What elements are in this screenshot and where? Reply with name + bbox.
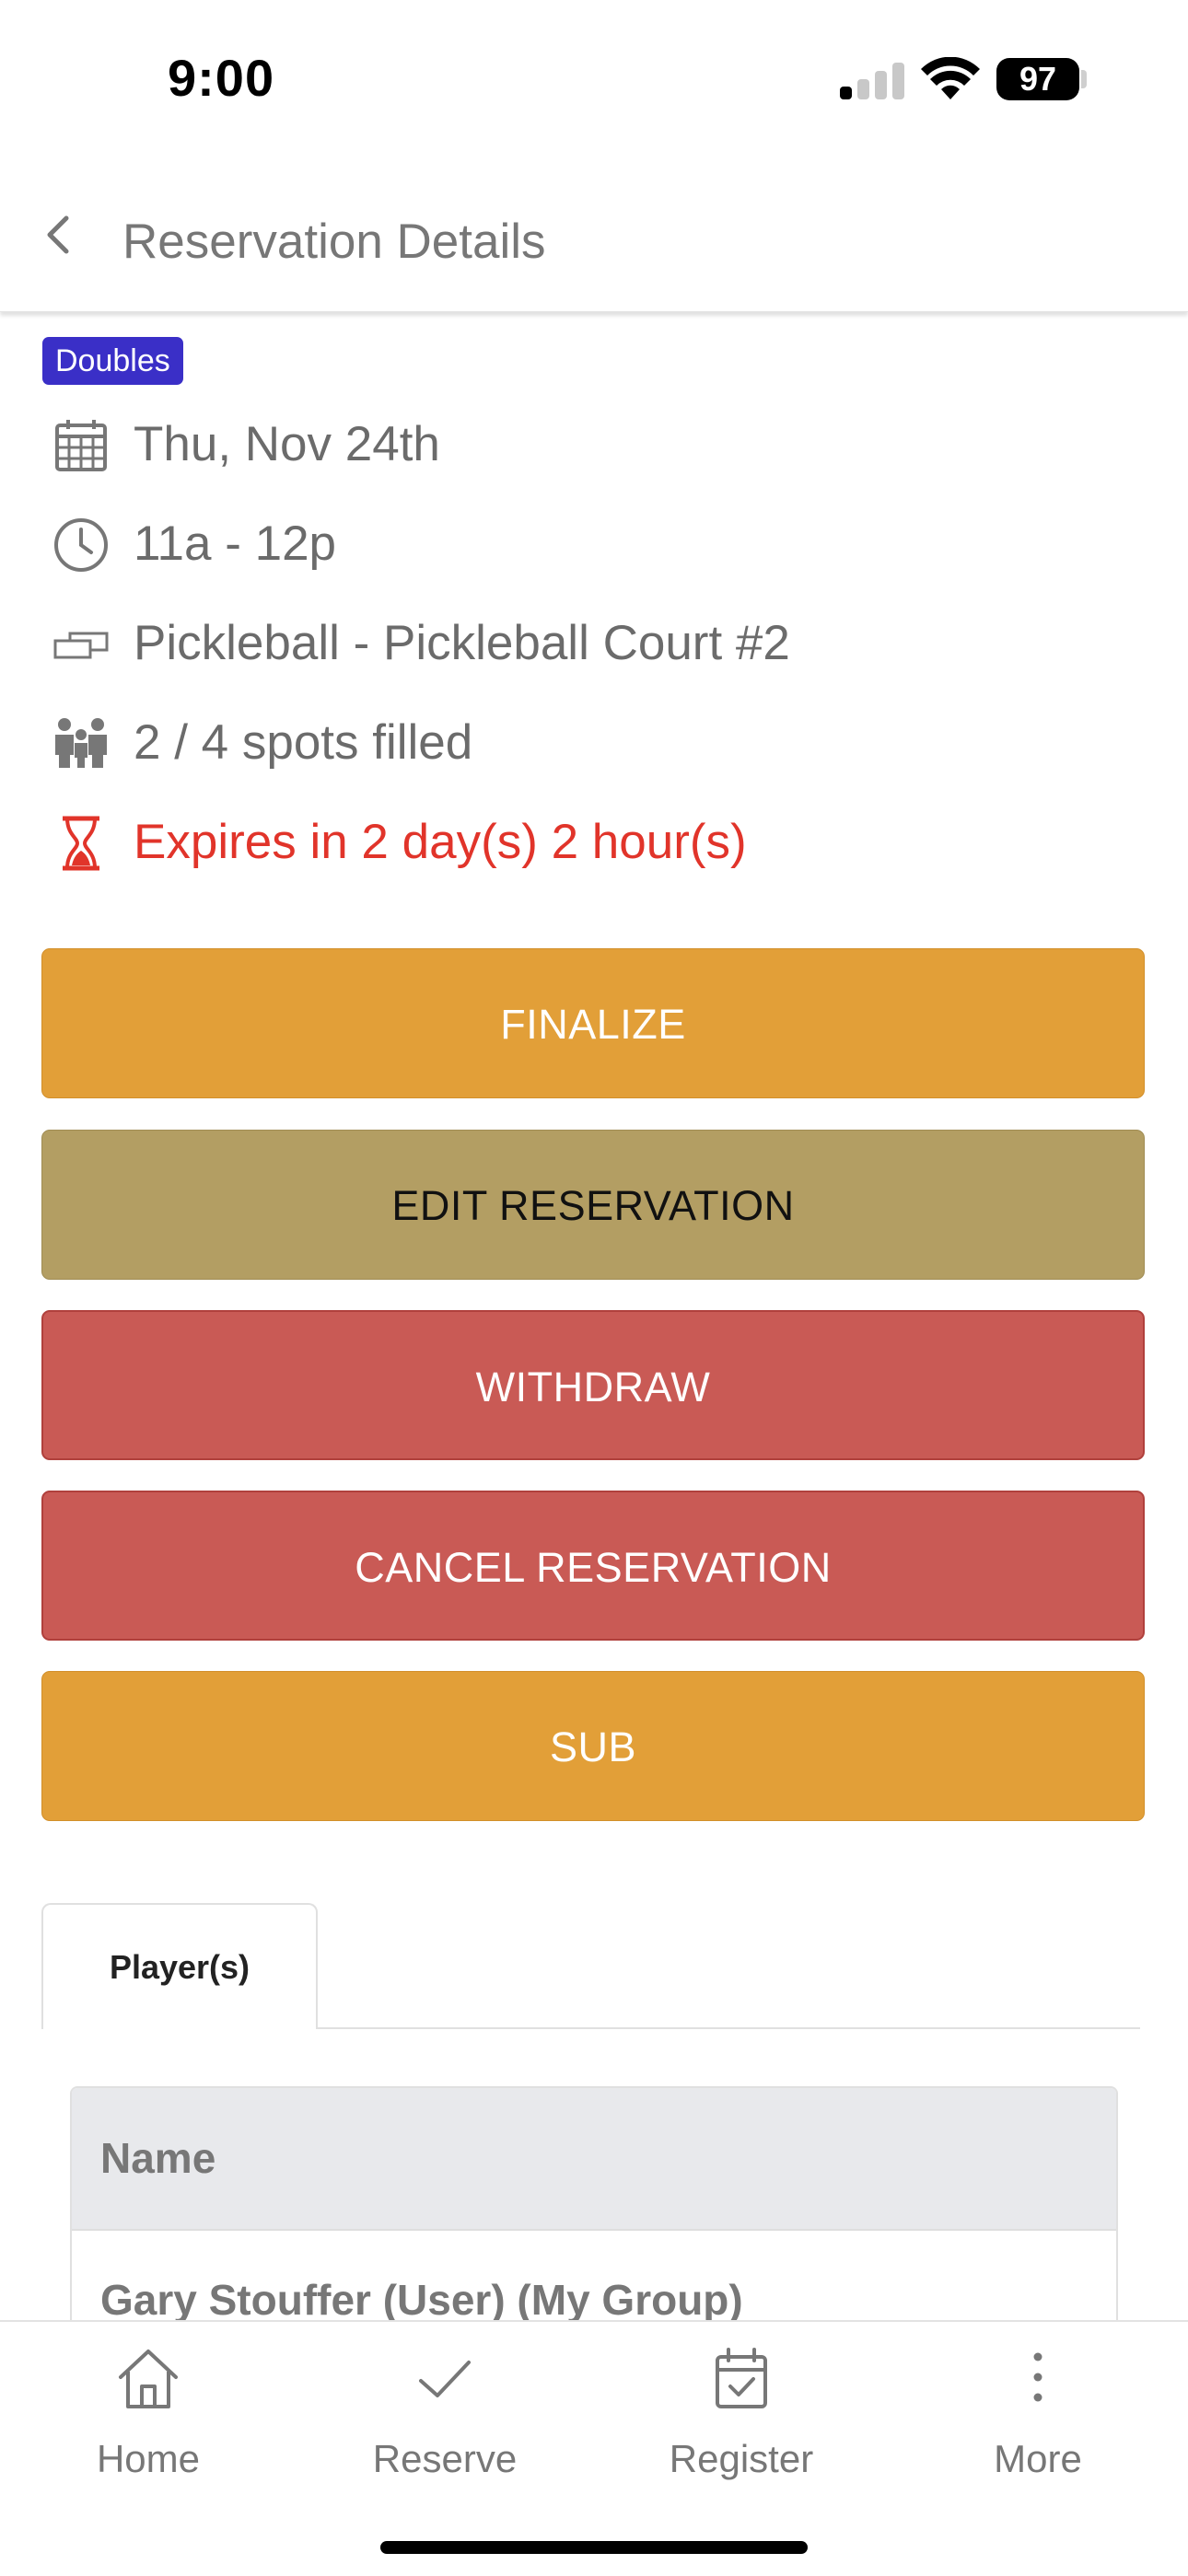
sub-button[interactable]: SUB [41,1671,1145,1821]
calendar-check-icon [716,2348,767,2408]
tab-players[interactable]: Player(s) [41,1903,318,2029]
date-row: Thu, Nov 24th [0,409,1188,473]
tabbar-label-register: Register [669,2437,814,2480]
reservation-court: Pickleball - Pickleball Court #2 [134,616,790,670]
withdraw-button[interactable]: WITHDRAW [41,1310,1145,1460]
status-bar: 9:00 97 [0,0,1188,157]
home-icon [119,2350,178,2408]
time-row: 11a - 12p [0,508,1188,573]
game-type-badge: Doubles [42,337,183,385]
edit-reservation-button[interactable]: EDIT RESERVATION [41,1130,1145,1280]
nav-bar: Reservation Details [0,157,1188,312]
reservation-date: Thu, Nov 24th [134,417,440,471]
spots-row: 2 / 4 spots filled [0,707,1188,772]
home-indicator [380,2541,808,2554]
calendar-icon [55,420,107,471]
status-time: 9:00 [168,49,275,107]
tabbar-label-reserve: Reserve [372,2437,518,2480]
wifi-icon [921,57,980,99]
expiration-notice: Expires in 2 day(s) 2 hour(s) [134,815,747,869]
tabbar-item-reserve[interactable]: Reserve [297,2322,593,2506]
court-icon [53,632,109,659]
more-vertical-icon [1033,2352,1042,2402]
tabbar-label-more: More [994,2437,1082,2480]
battery-indicator: 97 [996,58,1079,100]
players-group-icon [55,718,107,768]
bottom-tab-bar: Home Reserve Register More [0,2320,1188,2576]
back-chevron-icon[interactable] [33,207,88,262]
clock-icon [54,518,108,572]
reservation-time: 11a - 12p [134,516,337,571]
tabbar-item-more[interactable]: More [890,2322,1186,2506]
expires-row: Expires in 2 day(s) 2 hour(s) [0,806,1188,871]
page-title: Reservation Details [122,215,546,269]
signal-icon [840,61,906,99]
hourglass-icon [63,816,99,871]
tabbar-item-register[interactable]: Register [593,2322,890,2506]
finalize-button[interactable]: FINALIZE [41,948,1145,1098]
cancel-reservation-button[interactable]: CANCEL RESERVATION [41,1491,1145,1641]
tabbar-label-home: Home [96,2437,201,2480]
battery-tip [1081,70,1087,88]
tabbar-item-home[interactable]: Home [0,2322,297,2506]
spots-filled: 2 / 4 spots filled [134,715,473,770]
court-row: Pickleball - Pickleball Court #2 [0,608,1188,672]
table-header-name: Name [72,2088,1116,2231]
checkmark-icon [419,2361,471,2397]
